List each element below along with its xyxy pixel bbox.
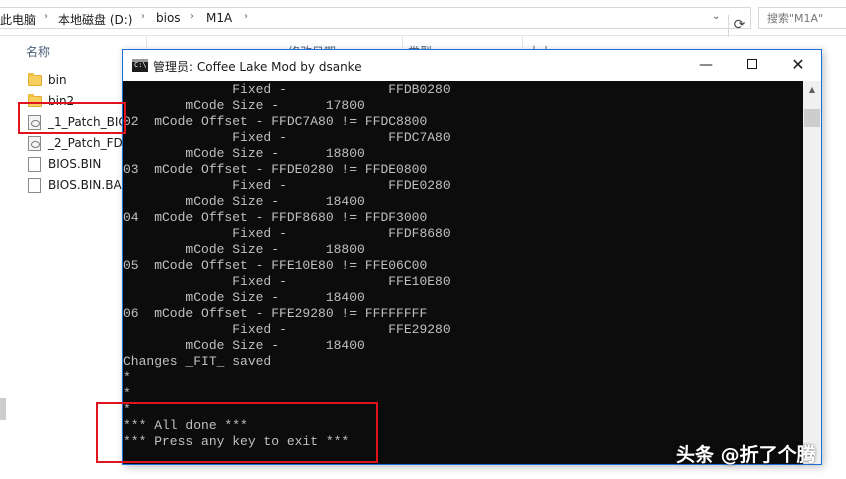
console-line: * bbox=[123, 370, 131, 385]
console-line: mCode Size - 18800 bbox=[123, 146, 365, 161]
batch-file-icon bbox=[28, 115, 41, 130]
breadcrumb-this-pc[interactable]: 此电脑 bbox=[0, 11, 36, 28]
watermark: 头条 @折了个腾 bbox=[676, 444, 816, 466]
search-box[interactable] bbox=[758, 7, 846, 29]
console-scrollbar[interactable]: ▲ bbox=[803, 81, 821, 464]
console-output[interactable]: Fixed - FFDB0280 mCode Size - 17800 02 m… bbox=[123, 81, 803, 464]
console-line: 03 mCode Offset - FFDE0280 != FFDE0800 bbox=[123, 162, 428, 177]
minimize-button[interactable]: — bbox=[683, 50, 729, 81]
console-line: Fixed - FFDE0280 bbox=[123, 178, 451, 193]
window-title: 管理员: Coffee Lake Mod by dsanke bbox=[153, 60, 362, 74]
folder-icon bbox=[28, 73, 42, 86]
search-input[interactable] bbox=[759, 8, 846, 28]
console-line: Fixed - FFE29280 bbox=[123, 322, 451, 337]
console-line: *** All done *** bbox=[123, 418, 248, 433]
console-line: mCode Size - 18400 bbox=[123, 290, 365, 305]
breadcrumb-bios[interactable]: bios bbox=[156, 11, 181, 25]
console-line: 05 mCode Offset - FFE10E80 != FFE06C00 bbox=[123, 258, 428, 273]
refresh-icon[interactable]: ⟳ bbox=[728, 15, 750, 37]
console-line: mCode Size - 18400 bbox=[123, 194, 365, 209]
column-header-name[interactable]: 名称 bbox=[26, 43, 50, 60]
list-item[interactable]: _1_Patch_BIO bbox=[22, 112, 132, 133]
scroll-up-icon[interactable]: ▲ bbox=[803, 81, 821, 98]
close-button[interactable]: ✕ bbox=[775, 50, 821, 81]
scrollbar-thumb[interactable] bbox=[804, 109, 820, 127]
console-line: * bbox=[123, 402, 131, 417]
list-item[interactable]: BIOS.BIN bbox=[22, 154, 132, 175]
file-name: _1_Patch_BIO bbox=[48, 115, 128, 129]
title-bar[interactable]: C:\ 管理员: Coffee Lake Mod by dsanke — ✕ bbox=[123, 50, 821, 81]
maximize-icon bbox=[747, 59, 757, 69]
console-line: Fixed - FFDC7A80 bbox=[123, 130, 451, 145]
address-box[interactable]: 此电脑 › 本地磁盘 (D:) › bios › M1A › ⌄ ⟳ bbox=[0, 7, 751, 37]
console-line: 02 mCode Offset - FFDC7A80 != FFDC8800 bbox=[123, 114, 428, 129]
list-item[interactable]: bin bbox=[22, 70, 132, 91]
cmd-icon: C:\ bbox=[132, 59, 148, 72]
maximize-button[interactable] bbox=[729, 50, 775, 81]
file-name: BIOS.BIN bbox=[48, 157, 102, 171]
list-item[interactable]: _2_Patch_FD_ bbox=[22, 133, 132, 154]
list-item[interactable]: bin2 bbox=[22, 91, 132, 112]
console-line: *** Press any key to exit *** bbox=[123, 434, 350, 449]
file-icon bbox=[28, 178, 41, 193]
file-name: _2_Patch_FD_ bbox=[48, 136, 129, 150]
console-line: mCode Size - 18800 bbox=[123, 242, 365, 257]
breadcrumb-separator[interactable]: › bbox=[141, 11, 145, 22]
breadcrumb-separator[interactable]: › bbox=[44, 11, 48, 22]
console-line: mCode Size - 18400 bbox=[123, 338, 365, 353]
console-line: 06 mCode Offset - FFE29280 != FFFFFFFF bbox=[123, 306, 428, 321]
batch-file-icon bbox=[28, 136, 41, 151]
breadcrumb-separator[interactable]: › bbox=[244, 11, 248, 22]
console-line: Fixed - FFE10E80 bbox=[123, 274, 451, 289]
console-line: mCode Size - 17800 bbox=[123, 98, 365, 113]
console-line: Fixed - FFDF8680 bbox=[123, 226, 451, 241]
console-line: 04 mCode Offset - FFDF8680 != FFDF3000 bbox=[123, 210, 428, 225]
address-bar: 此电脑 › 本地磁盘 (D:) › bios › M1A › ⌄ ⟳ bbox=[0, 0, 846, 37]
file-name: bin bbox=[48, 73, 67, 87]
console-window[interactable]: C:\ 管理员: Coffee Lake Mod by dsanke — ✕ F… bbox=[122, 49, 822, 465]
breadcrumb-m1a[interactable]: M1A bbox=[206, 11, 232, 25]
file-name: bin2 bbox=[48, 94, 75, 108]
folder-icon bbox=[28, 94, 42, 107]
list-item[interactable]: BIOS.BIN.BA bbox=[22, 175, 132, 196]
breadcrumb-separator[interactable]: › bbox=[190, 11, 194, 22]
file-icon bbox=[28, 157, 41, 172]
explorer-scrollbar-thumb[interactable] bbox=[0, 398, 6, 420]
chevron-down-icon[interactable]: ⌄ bbox=[712, 11, 720, 22]
file-name: BIOS.BIN.BA bbox=[48, 178, 122, 192]
breadcrumb-drive[interactable]: 本地磁盘 (D:) bbox=[58, 11, 132, 28]
console-line: Fixed - FFDB0280 bbox=[123, 82, 451, 97]
console-line: Changes _FIT_ saved bbox=[123, 354, 272, 369]
console-line: * bbox=[123, 386, 131, 401]
